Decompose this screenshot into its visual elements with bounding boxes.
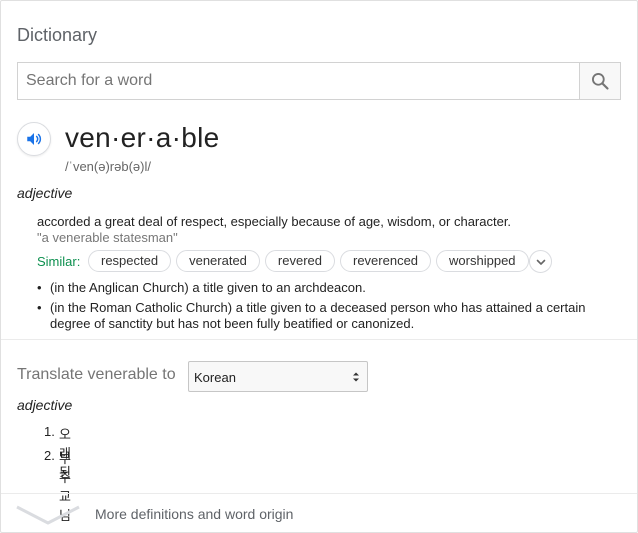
language-select-value: Korean <box>194 370 236 385</box>
search-input[interactable] <box>18 63 582 99</box>
language-select[interactable]: Korean <box>188 361 368 392</box>
divider <box>1 493 637 494</box>
synonym-chip[interactable]: revered <box>264 250 335 272</box>
similar-label: Similar: <box>37 254 81 269</box>
translate-label: Translate venerable to <box>17 366 176 383</box>
chevron-down-icon <box>536 259 545 265</box>
search-box <box>17 62 621 100</box>
expand-synonyms-button[interactable] <box>529 250 552 273</box>
synonym-chip[interactable]: reverenced <box>340 250 432 272</box>
bullet: • <box>37 300 42 315</box>
search-button[interactable] <box>579 63 620 99</box>
more-definitions-link[interactable]: More definitions and word origin <box>95 506 293 522</box>
phonetic: /ˈven(ə)rəb(ə)l/ <box>65 159 151 174</box>
synonym-chip[interactable]: worshipped <box>436 250 529 272</box>
bullet: • <box>37 280 42 295</box>
synonym-chip[interactable]: venerated <box>176 250 260 272</box>
card-title: Dictionary <box>17 25 98 45</box>
search-icon <box>592 73 609 90</box>
part-of-speech: adjective <box>17 185 73 201</box>
example: "a venerable statesman" <box>37 230 178 245</box>
divider <box>1 339 637 340</box>
dictionary-card: Dictionary ven·er·a·ble /ˈven(ə)rəb(ə)l/… <box>0 0 638 533</box>
chevron-down-icon[interactable] <box>15 501 81 525</box>
synonym-chip[interactable]: respected <box>88 250 172 272</box>
pronounce-button[interactable] <box>17 122 51 156</box>
select-arrows-icon <box>353 372 359 382</box>
definition: accorded a great deal of respect, especi… <box>37 214 512 229</box>
headword: ven·er·a·ble <box>65 122 220 153</box>
translation-part-of-speech: adjective <box>17 397 73 413</box>
speaker-icon <box>27 133 42 145</box>
similar-chips: respected venerated revered reverenced w… <box>88 250 529 272</box>
